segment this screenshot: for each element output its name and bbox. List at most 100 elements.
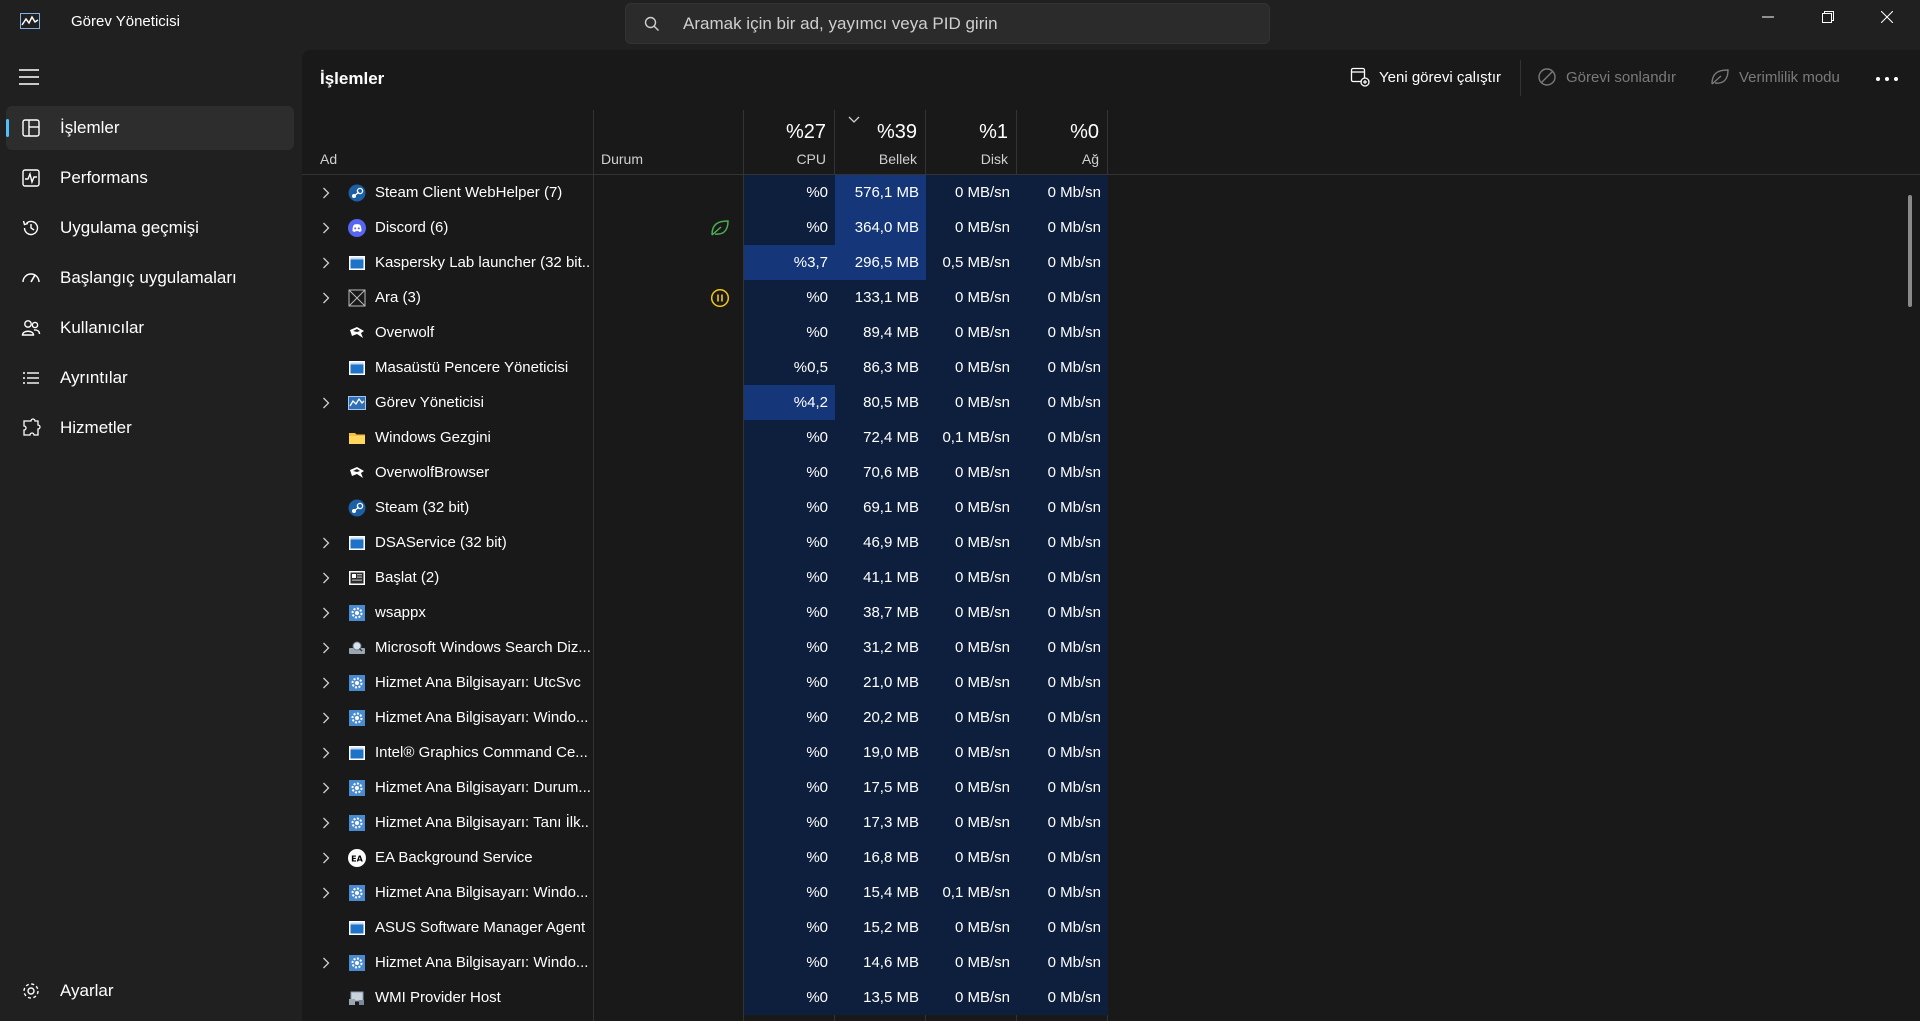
sidebar-item-users[interactable]: Kullanıcılar [6,306,294,350]
process-row[interactable]: Hizmet Ana Bilgisayarı: UtcSvc %0 21,0 MB 0… [302,665,1108,700]
chevron-right-icon[interactable] [322,572,330,584]
cpu-value: %0 [806,954,828,971]
process-row[interactable]: Ara (3) %0 133,1 MB 0 MB/sn 0 Mb/sn [302,280,1108,315]
discord-icon [348,219,366,237]
history-icon [22,220,39,236]
process-name: DSAService (32 bit) [375,534,507,551]
process-row[interactable]: Hizmet Ana Bilgisayarı: Durum... %0 17,5 M… [302,770,1108,805]
process-row[interactable]: Microsoft Windows Search Diz... %0 31,2 MB… [302,630,1108,665]
process-row[interactable]: Hizmet Ana Bilgisayarı: Windo... %0 15,4 M… [302,875,1108,910]
process-row[interactable]: Steam Client WebHelper (7) %0 576,1 MB 0 MB… [302,175,1108,210]
active-indicator [6,119,9,137]
chevron-right-icon[interactable] [322,397,330,409]
cpu-value: %0 [806,499,828,516]
chevron-right-icon[interactable] [322,817,330,829]
process-row[interactable]: OverwolfBrowser %0 70,6 MB 0 MB/sn 0 Mb/sn [302,455,1108,490]
restore-button[interactable] [1805,0,1851,36]
sidebar-item-startup-apps[interactable]: Başlangıç uygulamaları [6,256,294,300]
process-row[interactable]: Hizmet Ana Bilgisayarı: Windo... %0 14,6 M… [302,945,1108,980]
column-header-memory[interactable]: Bellek [835,151,917,167]
sidebar-item-app-history[interactable]: Uygulama geçmişi [6,206,294,250]
process-name: WMI Provider Host [375,989,501,1006]
process-row[interactable]: Başlat (2) %0 41,1 MB 0 MB/sn 0 Mb/sn [302,560,1108,595]
memory-value: 41,1 MB [863,569,919,586]
minimize-button[interactable] [1745,0,1791,36]
vertical-scrollbar[interactable] [1908,195,1912,307]
startup-icon [22,273,40,283]
performance-icon [22,169,40,187]
sidebar-item-services[interactable]: Hizmetler [6,406,294,450]
chevron-right-icon[interactable] [322,747,330,759]
process-name: Masaüstü Pencere Yöneticisi [375,359,569,376]
close-button[interactable] [1864,0,1910,36]
efficiency-mode-button[interactable]: Verimlilik modu [1710,64,1860,92]
chevron-right-icon[interactable] [322,677,330,689]
disk-value: 0 MB/sn [954,779,1010,796]
memory-value: 14,6 MB [863,954,919,971]
network-value: 0 Mb/sn [1047,779,1101,796]
column-header-network[interactable]: Ağ [1017,151,1099,167]
network-value: 0 Mb/sn [1047,919,1101,936]
overwolf-icon [348,324,366,342]
process-row[interactable]: Görev Yöneticisi %4,2 80,5 MB 0 MB/sn 0 Mb/s… [302,385,1108,420]
process-row[interactable]: Steam (32 bit) %0 69,1 MB 0 MB/sn 0 Mb/sn [302,490,1108,525]
chevron-right-icon[interactable] [322,782,330,794]
process-row[interactable]: Kaspersky Lab launcher (32 bit... %3,7 296… [302,245,1108,280]
column-header-cpu[interactable]: CPU [744,151,826,167]
chevron-right-icon[interactable] [322,537,330,549]
process-row[interactable]: Masaüstü Pencere Yöneticisi %0,5 86,3 MB 0 … [302,350,1108,385]
cpu-value: %0 [806,534,828,551]
process-row[interactable]: Hizmet Ana Bilgisayarı: Windo... %0 20,2 M… [302,700,1108,735]
sidebar-item-settings[interactable]: Ayarlar [6,969,294,1013]
process-row[interactable]: Windows Gezgini %0 72,4 MB 0,1 MB/sn 0 Mb/sn [302,420,1108,455]
network-value: 0 Mb/sn [1047,429,1101,446]
disk-value: 0,1 MB/sn [942,884,1010,901]
run-new-task-button[interactable]: Yeni görevi çalıştır [1350,64,1510,92]
chevron-right-icon[interactable] [322,887,330,899]
process-row[interactable]: wsappx %0 38,7 MB 0 MB/sn 0 Mb/sn [302,595,1108,630]
sidebar-item-details[interactable]: Ayrıntılar [6,356,294,400]
end-task-button[interactable]: Görevi sonlandır [1537,64,1687,92]
cpu-value: %4,2 [793,394,828,411]
disk-value: 0 MB/sn [954,989,1010,1006]
chevron-right-icon[interactable] [322,257,330,269]
chevron-right-icon[interactable] [322,712,330,724]
process-row[interactable]: WMI Provider Host %0 13,5 MB 0 MB/sn 0 Mb/sn [302,980,1108,1015]
memory-value: 296,5 MB [854,254,919,271]
chevron-right-icon[interactable] [322,642,330,654]
chevron-right-icon[interactable] [322,957,330,969]
hamburger-menu-icon[interactable] [18,68,40,86]
memory-value: 15,4 MB [863,884,919,901]
sidebar-item-performance[interactable]: Performans [6,156,294,200]
process-name: ASUS Software Manager Agent [375,919,586,936]
process-row[interactable]: ASUS Software Manager Agent %0 15,2 MB 0 MB… [302,910,1108,945]
network-value: 0 Mb/sn [1047,184,1101,201]
column-header-disk[interactable]: Disk [926,151,1008,167]
network-value: 0 Mb/sn [1047,674,1101,691]
chevron-right-icon[interactable] [322,292,330,304]
process-name: Hizmet Ana Bilgisayarı: Windo... [375,709,589,726]
app-window-icon [348,534,366,552]
search-input[interactable]: Aramak için bir ad, yayımcı veya PID gir… [683,14,998,34]
process-row[interactable]: Hizmet Ana Bilgisayarı: Tanı İlk... %0 17,… [302,805,1108,840]
disk-value: 0 MB/sn [954,534,1010,551]
chevron-right-icon[interactable] [322,607,330,619]
process-row[interactable]: EA EA Background Service %0 16,8 MB 0 MB/sn 0… [302,840,1108,875]
memory-value: 13,5 MB [863,989,919,1006]
cpu-value: %0 [806,429,828,446]
process-row[interactable]: Intel® Graphics Command Ce... %0 19,0 MB 0 … [302,735,1108,770]
process-row[interactable]: Discord (6) %0 364,0 MB 0 MB/sn 0 Mb/sn [302,210,1108,245]
process-name: Hizmet Ana Bilgisayarı: Tanı İlk... [375,814,590,831]
process-row[interactable]: DSAService (32 bit) %0 46,9 MB 0 MB/sn 0 Mb/… [302,525,1108,560]
more-options-icon[interactable] [1872,67,1902,91]
process-row[interactable]: Overwolf %0 89,4 MB 0 MB/sn 0 Mb/sn [302,315,1108,350]
sidebar-item-processes[interactable]: İşlemler [6,106,294,150]
column-header-name[interactable]: Ad [320,151,337,167]
chevron-right-icon[interactable] [322,187,330,199]
chevron-right-icon[interactable] [322,852,330,864]
search-box[interactable]: Aramak için bir ad, yayımcı veya PID gir… [625,3,1270,44]
task-manager-icon [20,13,40,29]
column-header-status[interactable]: Durum [601,151,643,167]
wmi-icon [348,989,366,1007]
chevron-right-icon[interactable] [322,222,330,234]
